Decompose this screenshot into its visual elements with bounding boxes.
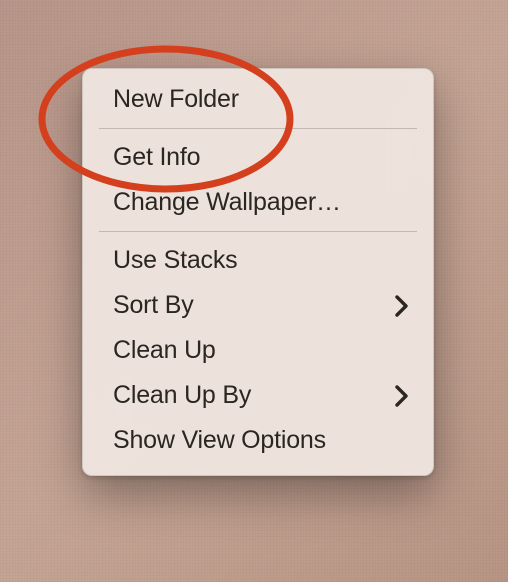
menu-item-sort-by[interactable]: Sort By [83, 283, 433, 328]
menu-separator [99, 231, 417, 232]
menu-item-change-wallpaper[interactable]: Change Wallpaper… [83, 180, 433, 225]
menu-item-label: Clean Up By [113, 381, 251, 410]
menu-item-show-view-options[interactable]: Show View Options [83, 418, 433, 463]
menu-item-get-info[interactable]: Get Info [83, 135, 433, 180]
menu-item-label: Clean Up [113, 336, 216, 365]
chevron-right-icon [395, 295, 409, 317]
chevron-right-icon [395, 385, 409, 407]
menu-item-use-stacks[interactable]: Use Stacks [83, 238, 433, 283]
desktop-context-menu: New Folder Get Info Change Wallpaper… Us… [82, 68, 434, 476]
menu-separator [99, 128, 417, 129]
menu-item-clean-up[interactable]: Clean Up [83, 328, 433, 373]
menu-item-label: Show View Options [113, 426, 326, 455]
menu-item-label: Get Info [113, 143, 200, 172]
menu-item-label: Change Wallpaper… [113, 188, 341, 217]
menu-item-label: Sort By [113, 291, 194, 320]
menu-item-label: New Folder [113, 85, 239, 114]
menu-item-label: Use Stacks [113, 246, 237, 275]
menu-item-new-folder[interactable]: New Folder [83, 77, 433, 122]
menu-item-clean-up-by[interactable]: Clean Up By [83, 373, 433, 418]
